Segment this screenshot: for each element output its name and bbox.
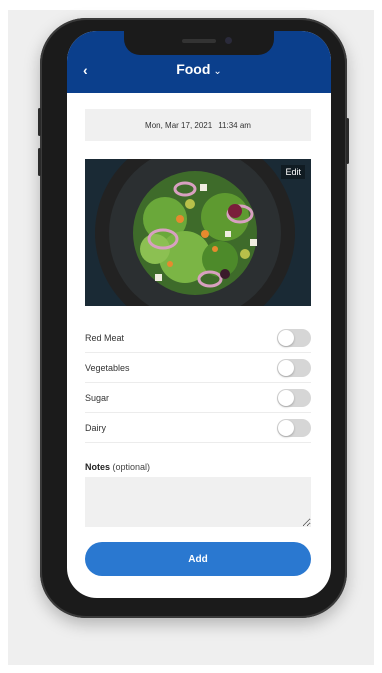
phone-side-button — [38, 108, 41, 136]
toggle-row-sugar: Sugar — [85, 383, 311, 413]
toggle-row-vegetables: Vegetables — [85, 353, 311, 383]
toggle-knob — [278, 329, 294, 346]
page-title: Food — [176, 61, 211, 77]
toggle-knob — [278, 389, 294, 406]
notes-label: Notes (optional) — [85, 462, 150, 472]
entry-time: 11:34 am — [218, 120, 251, 130]
toggle-knob — [278, 359, 294, 376]
add-button[interactable]: Add — [85, 542, 311, 576]
date-time-picker[interactable]: Mon, Mar 17, 2021 11:34 am — [85, 109, 311, 141]
toggle-knob — [278, 419, 294, 436]
notes-label-text: Notes — [85, 462, 111, 472]
edit-photo-button[interactable]: Edit — [281, 165, 305, 179]
vegetables-toggle[interactable] — [277, 358, 311, 377]
camera — [225, 37, 232, 44]
phone-notch — [124, 31, 274, 55]
toggle-label: Vegetables — [85, 362, 130, 373]
page-title-dropdown[interactable]: Food ⌄ — [67, 61, 331, 81]
salad-image — [85, 159, 311, 306]
food-photo: Edit — [85, 159, 311, 306]
toggle-row-red-meat: Red Meat — [85, 323, 311, 353]
red-meat-toggle[interactable] — [277, 328, 311, 347]
chevron-down-icon: ⌄ — [213, 66, 222, 77]
entry-date: Mon, Mar 17, 2021 — [145, 120, 213, 130]
dairy-toggle[interactable] — [277, 418, 311, 437]
toggle-label: Dairy — [85, 422, 107, 433]
toggle-row-dairy: Dairy — [85, 413, 311, 443]
toggle-label: Sugar — [85, 392, 110, 403]
notes-input[interactable] — [85, 477, 311, 527]
app-screen: ‹ Food ⌄ Mon, Mar 17, 2021 11:34 am Edit… — [67, 31, 331, 598]
app-header: ‹ Food ⌄ — [67, 31, 331, 93]
sugar-toggle[interactable] — [277, 388, 311, 407]
phone-side-button — [346, 118, 349, 164]
phone-side-button — [38, 148, 41, 176]
notes-optional-text: (optional) — [112, 462, 151, 472]
speaker — [182, 39, 216, 43]
toggle-label: Red Meat — [85, 332, 125, 343]
